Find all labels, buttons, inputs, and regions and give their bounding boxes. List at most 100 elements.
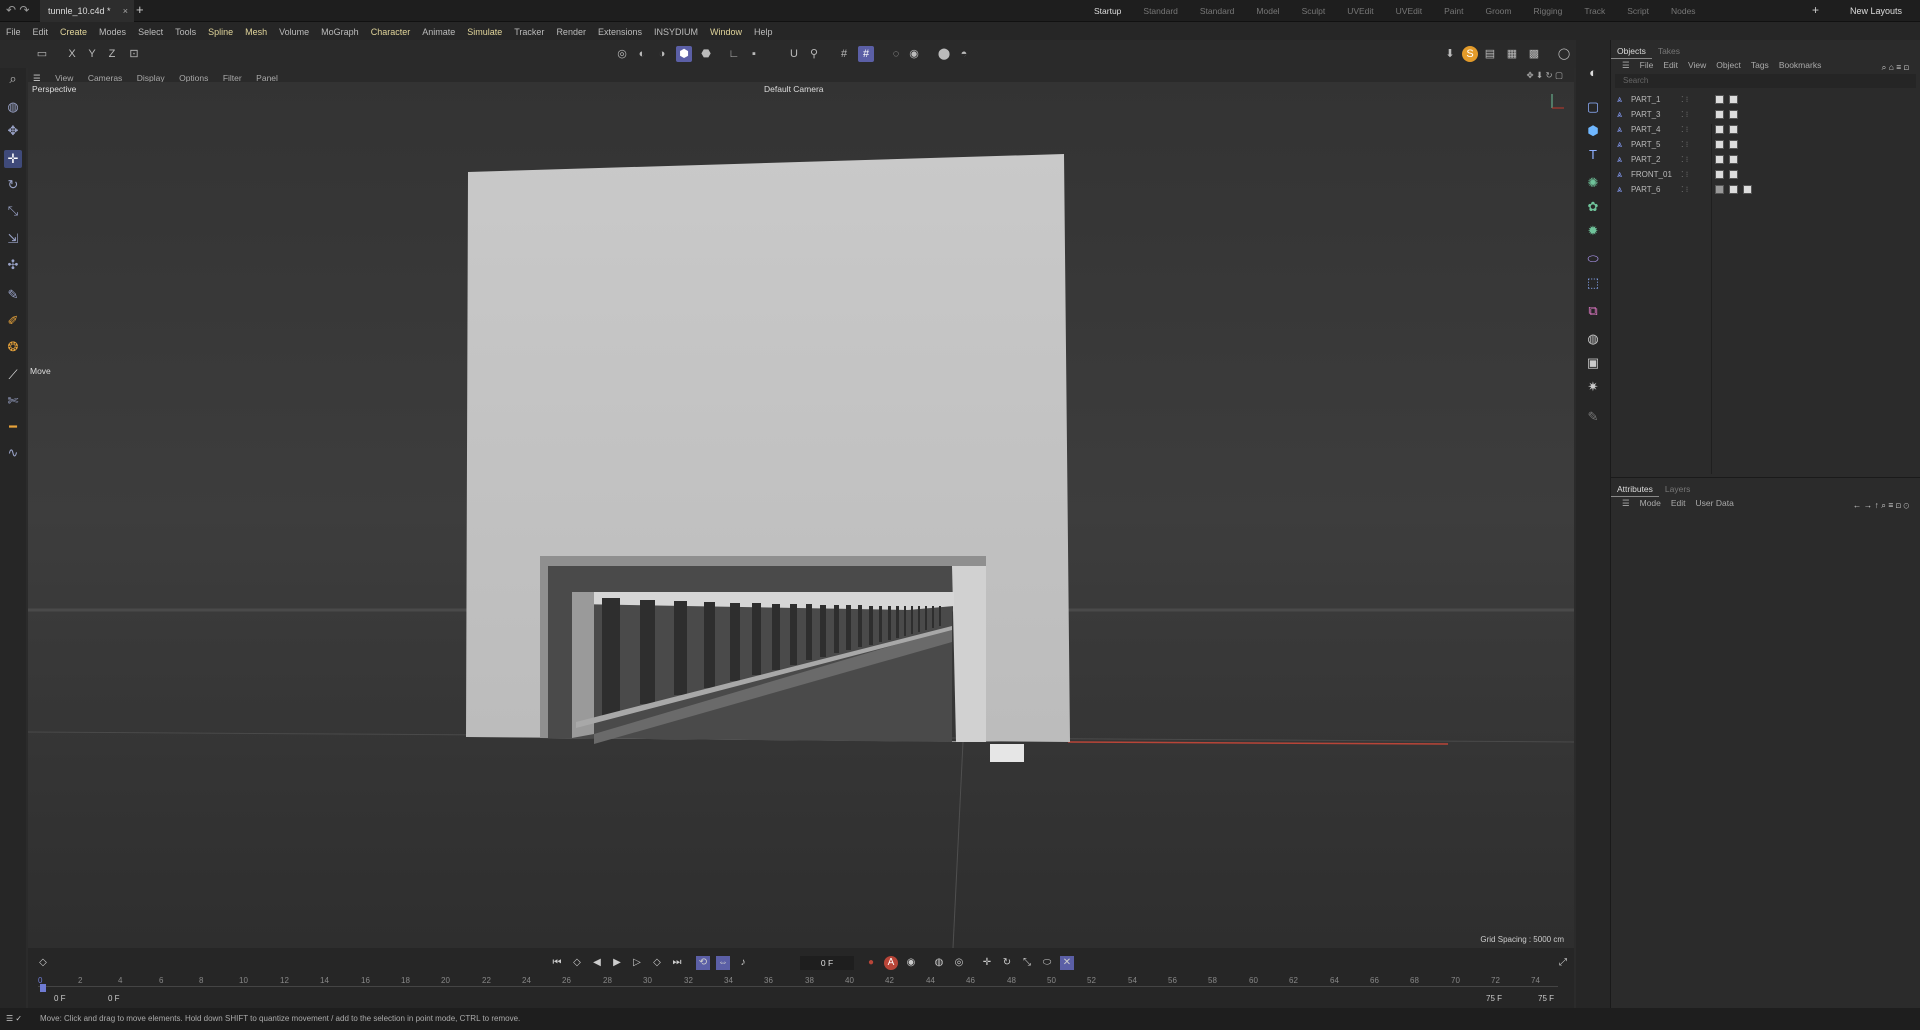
layout-tab[interactable]: Standard [1143, 0, 1178, 22]
object-row[interactable]: ⩓ PART_2 ⁚ ⁝ [1611, 152, 1920, 167]
texture-mode-icon[interactable]: ⬣ [698, 46, 714, 62]
selection-tools-icon[interactable]: ✥ [4, 122, 22, 140]
polygons-mode-icon[interactable]: ◑ [654, 46, 670, 62]
menu-character[interactable]: Character [371, 23, 411, 41]
timeline-ruler[interactable]: 0 2 4 6 8 10 12 14 16 18 20 22 24 26 28 … [38, 976, 1558, 992]
object-row[interactable]: ⩓ PART_5 ⁚ ⁝ [1611, 137, 1920, 152]
object-name[interactable]: PART_4 [1631, 122, 1661, 137]
tab-attributes[interactable]: Attributes [1611, 482, 1659, 497]
material-tag-icon[interactable] [1715, 125, 1724, 134]
material-tag-icon[interactable] [1715, 140, 1724, 149]
previous-key-icon[interactable]: ◇ [570, 956, 584, 970]
cube-object-icon[interactable]: ⬢ [1584, 122, 1602, 140]
visibility-dots-icon[interactable]: ⁚ ⁝ [1681, 152, 1688, 167]
render-view-icon[interactable]: ▤ [1482, 46, 1498, 62]
isolate-icon[interactable]: ◉ [906, 46, 922, 62]
status-menu-icon[interactable]: ☰ ✓ [6, 1008, 22, 1030]
camera-object-icon[interactable]: ▣ [1584, 354, 1602, 372]
import-icon[interactable]: ⬇ [1442, 46, 1458, 62]
attributes-nav-icons[interactable]: ← → ↑ ⌕ ≡ ⊡ ⊙ [1853, 498, 1909, 512]
model-mode-icon[interactable]: ⬢ [676, 46, 692, 62]
phong-tag-icon[interactable] [1729, 125, 1738, 134]
phong-tag-icon[interactable] [1729, 140, 1738, 149]
null-object-icon[interactable]: ▢ [1584, 98, 1602, 116]
menu-edit[interactable]: Edit [33, 23, 49, 41]
menu-select[interactable]: Select [138, 23, 163, 41]
layout-tab[interactable]: Rigging [1533, 0, 1562, 22]
add-layout-icon[interactable]: + [1812, 3, 1819, 17]
loop-icon[interactable]: ⟲ [696, 956, 710, 970]
snap-tool-icon[interactable]: ✣ [4, 256, 22, 274]
cloner-icon[interactable]: ✿ [1584, 198, 1602, 216]
tab-objects[interactable]: Objects [1611, 44, 1652, 59]
scale-tool-icon[interactable]: ⤡ [4, 202, 22, 220]
rotate-tool-icon[interactable]: ↻ [4, 176, 22, 194]
key-scale-icon[interactable]: ✛ [980, 956, 994, 970]
snap-settings-icon[interactable]: ⚲ [806, 46, 822, 62]
preview-range-icon[interactable]: ⇔ [716, 956, 730, 970]
panel-toggle-icon[interactable]: ◐ [1584, 64, 1602, 82]
object-name[interactable]: PART_3 [1631, 107, 1661, 122]
menu-mograph[interactable]: MoGraph [321, 23, 359, 41]
current-frame-field[interactable]: 0 F [800, 956, 854, 970]
objects-menu-object[interactable]: Object [1716, 58, 1741, 72]
phong-tag-icon[interactable] [1729, 185, 1738, 194]
menu-volume[interactable]: Volume [279, 23, 309, 41]
visibility-dots-icon[interactable]: ⁚ ⁝ [1681, 167, 1688, 182]
menu-extensions[interactable]: Extensions [598, 23, 642, 41]
previous-frame-icon[interactable]: ◀ [590, 956, 604, 970]
timeline-expand-icon[interactable]: ⤢ [1556, 956, 1570, 970]
key-rotation-icon[interactable]: ◎ [952, 956, 966, 970]
objects-menu-tags[interactable]: Tags [1751, 58, 1769, 72]
visibility-dots-icon[interactable]: ⁚ ⁝ [1681, 122, 1688, 137]
layout-tab[interactable]: Script [1627, 0, 1649, 22]
object-name[interactable]: PART_1 [1631, 92, 1661, 107]
key-position-icon[interactable]: ◍ [932, 956, 946, 970]
menu-tracker[interactable]: Tracker [514, 23, 544, 41]
object-row[interactable]: ⩓ PART_1 ⁚ ⁝ [1611, 92, 1920, 107]
object-row[interactable]: ⩓ FRONT_01 ⁚ ⁝ [1611, 167, 1920, 182]
objects-menu-bookmarks[interactable]: Bookmarks [1779, 58, 1822, 72]
play-icon[interactable]: ▶ [610, 956, 624, 970]
objects-menu-edit[interactable]: Edit [1663, 58, 1678, 72]
object-name[interactable]: PART_2 [1631, 152, 1661, 167]
workplane-icon[interactable]: ▪ [746, 46, 762, 62]
viewport-nav-icons[interactable]: ✥ ⬇ ↻ ▢ [1527, 68, 1563, 82]
timeline-toggle-icon[interactable]: ⬭ [1040, 956, 1054, 970]
visibility-dots-icon[interactable]: ⁚ ⁝ [1681, 137, 1688, 152]
live-selection-icon[interactable]: ◍ [4, 98, 22, 116]
generator-icon[interactable]: ◓ [956, 46, 972, 62]
new-tab-button[interactable]: + [136, 2, 144, 17]
attributes-menu-mode[interactable]: Mode [1640, 496, 1661, 510]
pen-disabled-icon[interactable]: ✎ [1584, 408, 1602, 426]
effector-icon[interactable]: ✹ [1584, 222, 1602, 240]
playhead[interactable] [40, 984, 46, 992]
visibility-dots-icon[interactable]: ⁚ ⁝ [1681, 107, 1688, 122]
sculpt-tools-icon[interactable]: ❂ [4, 338, 22, 356]
knife-tool-icon[interactable]: ✄ [4, 392, 22, 410]
3d-viewport[interactable]: Perspective Default Camera Grid Spacing … [28, 82, 1574, 948]
zoom-search-icon[interactable]: ⌕ [4, 70, 22, 88]
move-tool-icon[interactable]: ✛ [4, 150, 22, 168]
key-param-icon[interactable]: ↻ [1000, 956, 1014, 970]
object-row[interactable]: ⩓ PART_3 ⁚ ⁝ [1611, 107, 1920, 122]
objects-hamburger-icon[interactable]: ☰ [1622, 58, 1630, 72]
menu-modes[interactable]: Modes [99, 23, 126, 41]
field-icon[interactable]: ⬚ [1584, 274, 1602, 292]
menu-render[interactable]: Render [556, 23, 586, 41]
transform-tool-icon[interactable]: ⇲ [4, 230, 22, 248]
menu-mesh[interactable]: Mesh [245, 23, 267, 41]
deformer-icon[interactable]: ⬤ [936, 46, 952, 62]
object-row[interactable]: ⩓ PART_4 ⁚ ⁝ [1611, 122, 1920, 137]
menu-spline[interactable]: Spline [208, 23, 233, 41]
visibility-dots-icon[interactable]: ⁚ ⁝ [1681, 92, 1688, 107]
edges-mode-icon[interactable]: ◐ [634, 46, 650, 62]
generator-object-icon[interactable]: ✺ [1584, 174, 1602, 192]
phong-tag-icon[interactable] [1729, 110, 1738, 119]
objects-menu-file[interactable]: File [1640, 58, 1654, 72]
plugin-s-icon[interactable]: S [1462, 46, 1478, 62]
undo-redo-icon[interactable]: ↶ ↷ [6, 3, 29, 17]
objects-menu-view[interactable]: View [1688, 58, 1706, 72]
end-frame-field[interactable]: 75 F [1538, 994, 1554, 1003]
phong-tag-icon[interactable] [1715, 170, 1724, 179]
